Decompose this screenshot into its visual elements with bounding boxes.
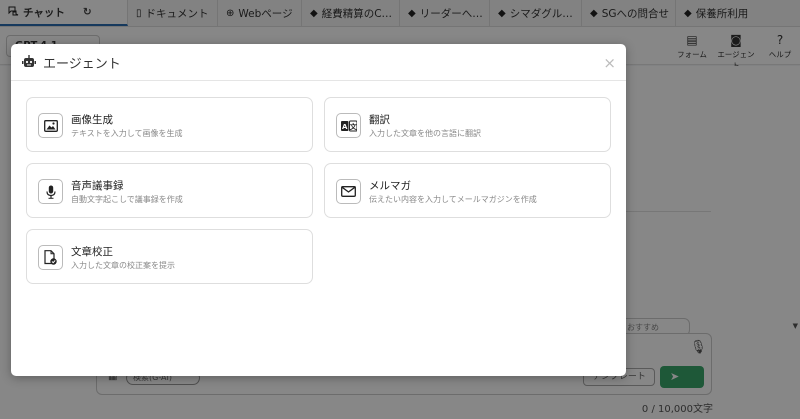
card-title: 音声議事録 [71,180,124,192]
image-icon [38,113,63,138]
agent-modal: エージェント × 画像生成 テキストを入力して画像を生成 A文 翻訳 入力した文… [11,44,626,376]
agent-card-image-generation[interactable]: 画像生成 テキストを入力して画像を生成 [26,97,313,152]
mail-icon [336,179,361,204]
agent-card-voice-minutes[interactable]: 音声議事録 自動文字起こしで議事録を作成 [26,163,313,218]
svg-text:文: 文 [349,122,356,131]
card-description: 入力した文章を他の言語に翻訳 [369,129,481,138]
card-description: テキストを入力して画像を生成 [71,129,183,138]
modal-title: エージェント [43,56,121,72]
card-description: 自動文字起こしで議事録を作成 [71,195,183,204]
agent-card-proofreading[interactable]: 文章校正 入力した文章の校正案を提示 [26,229,313,284]
svg-text:A: A [342,123,348,131]
card-description: 入力した文章の校正案を提示 [71,261,175,270]
card-title: 画像生成 [71,114,113,126]
agent-card-translation[interactable]: A文 翻訳 入力した文章を他の言語に翻訳 [324,97,611,152]
microphone-icon [38,179,63,204]
card-title: 文章校正 [71,246,113,258]
modal-header: エージェント [11,44,626,81]
robot-icon [21,55,37,69]
document-check-icon [38,245,63,270]
translate-icon: A文 [336,113,361,138]
close-icon[interactable]: × [603,54,616,72]
card-title: 翻訳 [369,114,390,126]
agent-card-newsletter[interactable]: メルマガ 伝えたい内容を入力してメールマガジンを作成 [324,163,611,218]
card-description: 伝えたい内容を入力してメールマガジンを作成 [369,195,537,204]
card-title: メルマガ [369,180,411,192]
